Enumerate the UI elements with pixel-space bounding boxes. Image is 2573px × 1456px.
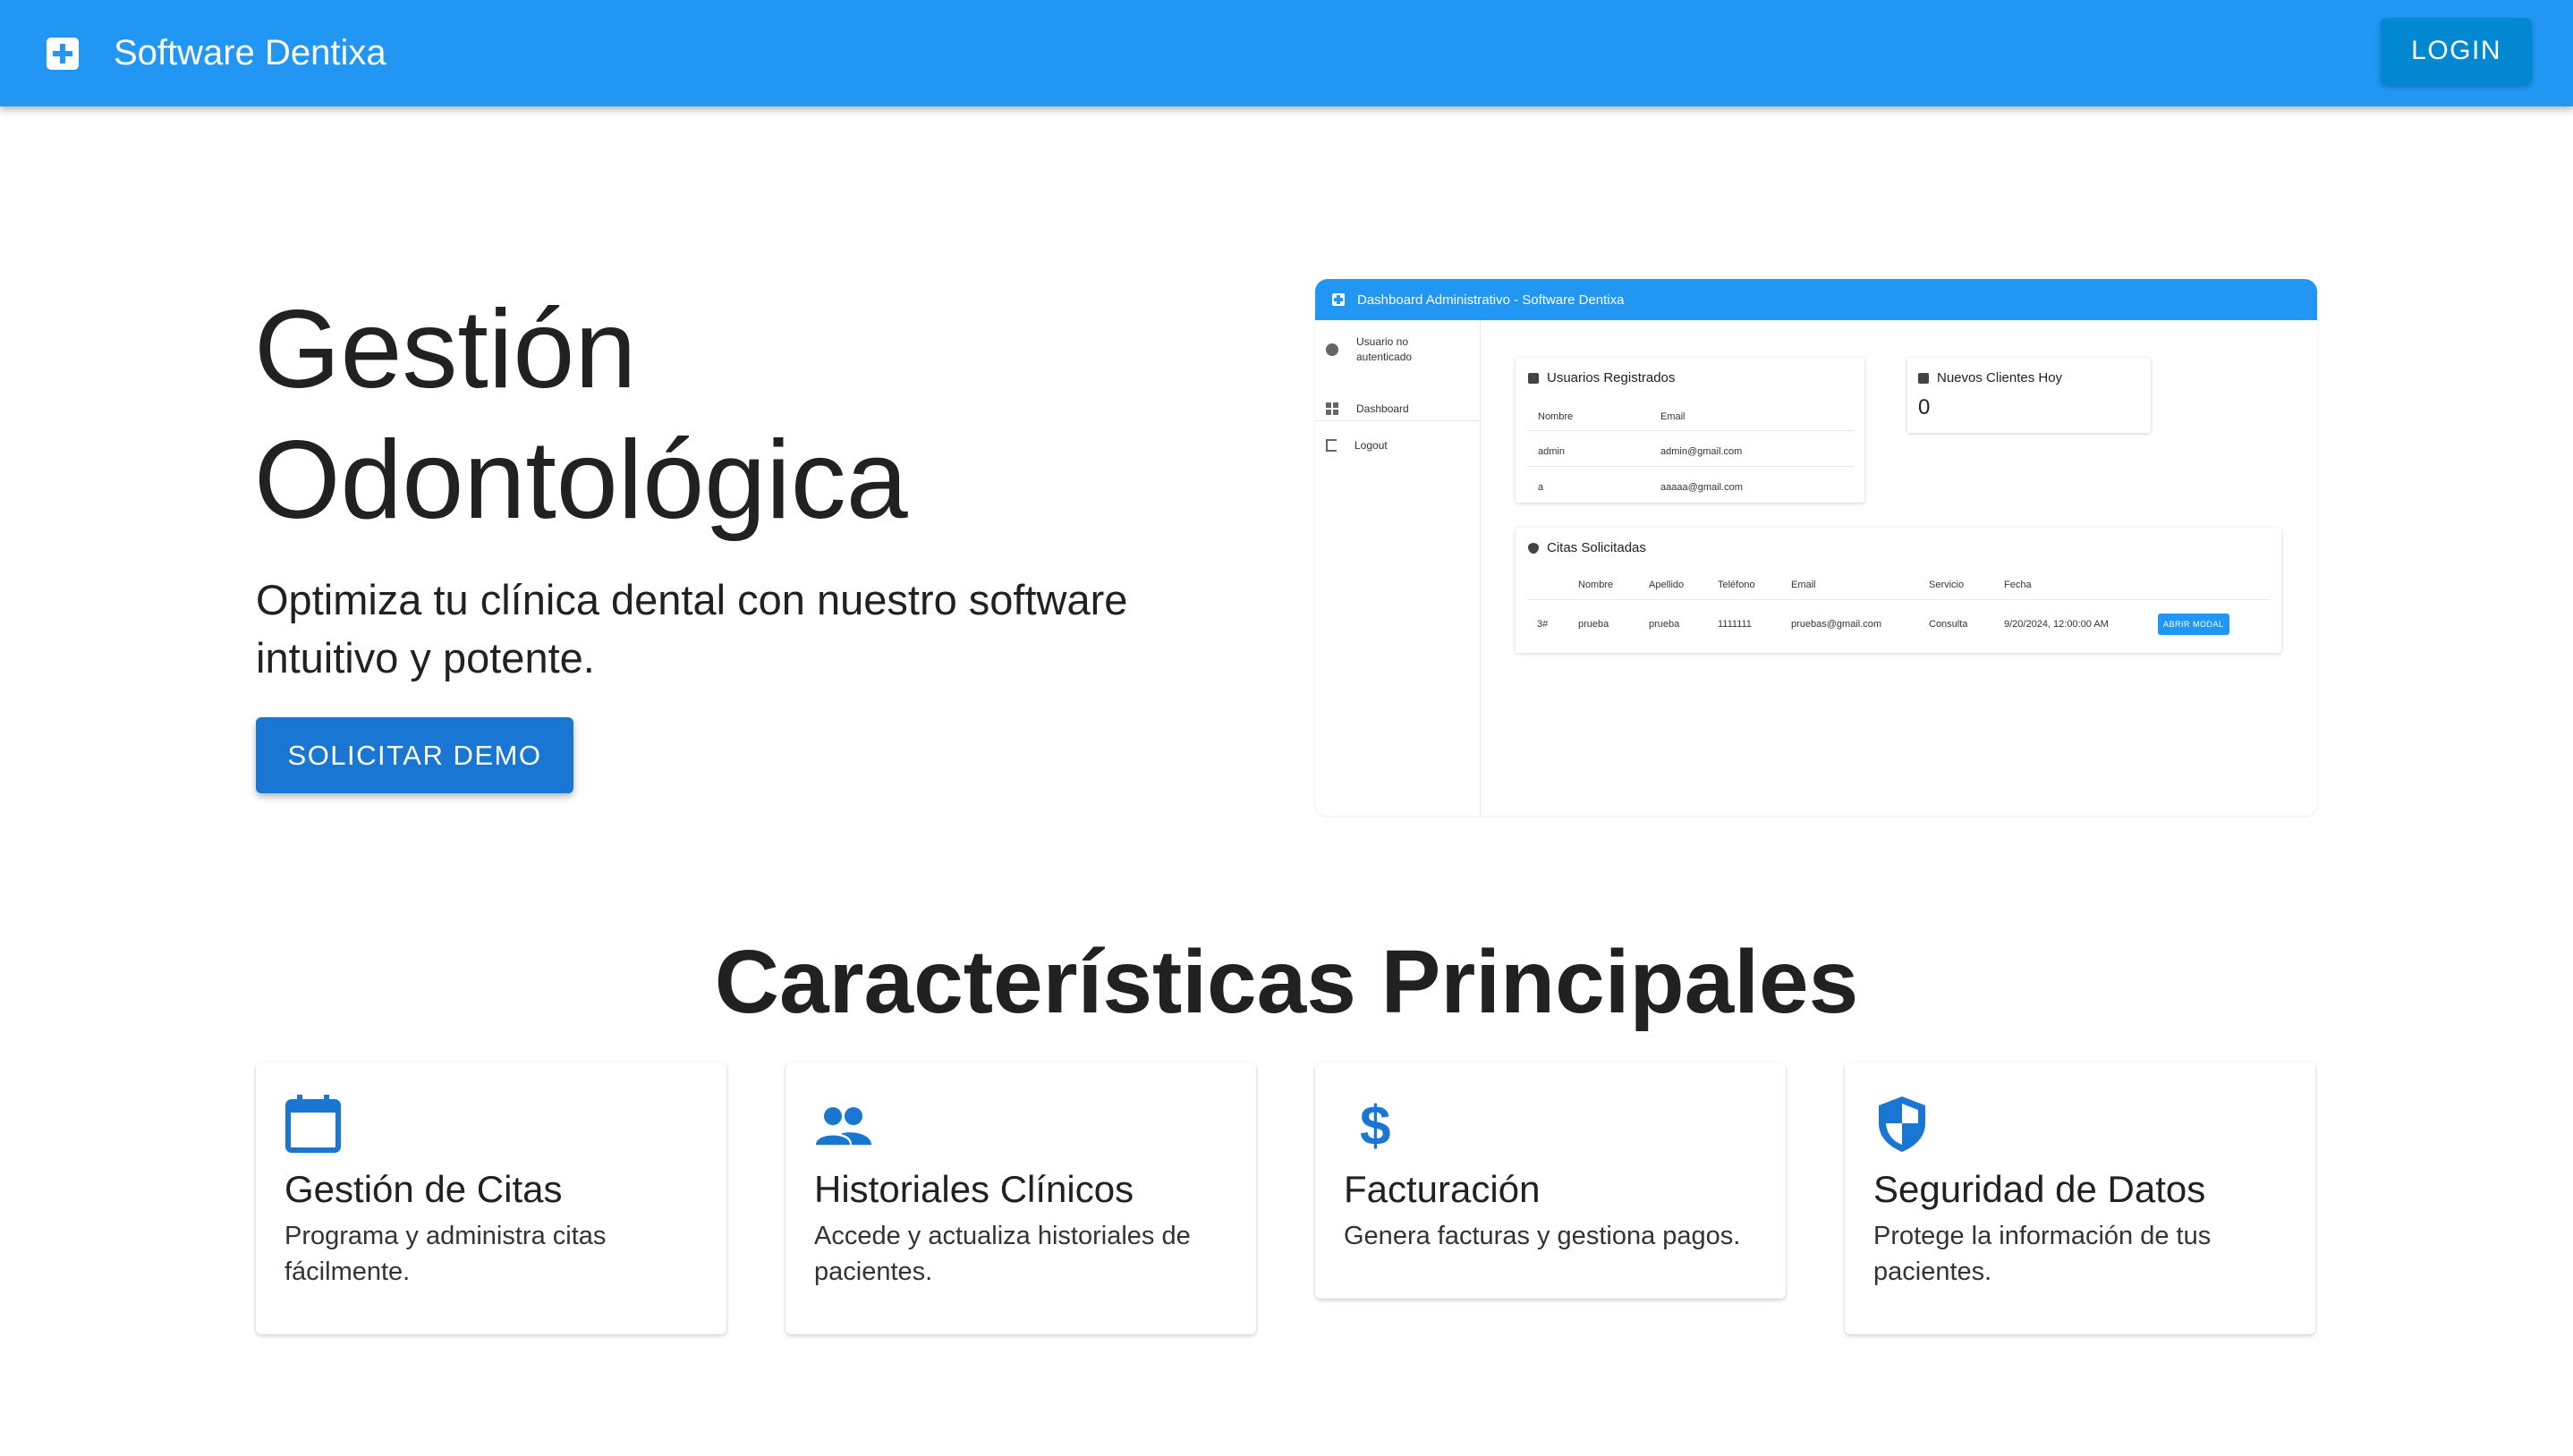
preview-citas-divider [1526, 599, 2271, 600]
preview-citas-header: Email [1791, 580, 1816, 590]
preview-users-cell: admin@gmail.com [1660, 446, 1743, 457]
features-heading: Características Principales [714, 932, 1859, 1032]
app-bar: Software Dentixa LOGIN [0, 0, 2573, 106]
preview-sidebar-divider [1315, 420, 1480, 421]
preview-citas-header: Servicio [1929, 580, 1965, 590]
feature-card-billing: $ Facturación Genera facturas y gestiona… [1315, 1062, 1786, 1299]
preview-bar-title: Dashboard Administrativo - Software Dent… [1357, 292, 1625, 308]
preview-citas-cell: 9/20/2024, 12:00:00 AM [2004, 619, 2109, 630]
hero-title: Gestión Odontológica [254, 284, 908, 546]
preview-new-clients-value: 0 [1918, 395, 1931, 419]
preview-dashboard-item: Dashboard [1326, 402, 1409, 415]
dollar-icon: $ [1360, 1096, 1390, 1154]
account-circle-icon [1326, 343, 1338, 356]
preview-citas-cell: pruebas@gmail.com [1791, 619, 1882, 630]
preview-citas-card: Citas Solicitadas Nombre Apellido Teléfo… [1516, 528, 2281, 653]
feature-title: Seguridad de Datos [1873, 1168, 2206, 1210]
login-button[interactable]: LOGIN [2381, 18, 2532, 84]
feature-card-records: Historiales Clínicos Accede y actualiza … [785, 1062, 1256, 1334]
preview-new-clients-title-text: Nuevos Clientes Hoy [1937, 370, 2063, 385]
preview-user-label: Usuario no autenticado [1356, 335, 1413, 363]
preview-citas-cell: prueba [1649, 619, 1680, 630]
verified-shield-icon [1528, 542, 1539, 554]
hero-title-line1: Gestión [254, 288, 637, 411]
preview-user-item: Usuario no autenticado [1326, 334, 1460, 365]
preview-new-clients-title: Nuevos Clientes Hoy [1918, 370, 2062, 385]
dashboard-preview-image: Dashboard Administrativo - Software Dent… [1315, 279, 2317, 816]
preview-open-modal-button: ABRIR MODAL [2158, 614, 2229, 635]
preview-citas-cell: Consulta [1929, 619, 1968, 630]
medical-cross-icon [1332, 293, 1345, 306]
request-demo-button[interactable]: SOLICITAR DEMO [256, 717, 573, 793]
preview-users-header-email: Email [1660, 411, 1686, 422]
feature-title: Gestión de Citas [284, 1168, 563, 1210]
preview-citas-title: Citas Solicitadas [1528, 540, 1646, 555]
feature-title: Facturación [1344, 1168, 1541, 1210]
preview-app-bar: Dashboard Administrativo - Software Dent… [1315, 279, 2317, 320]
preview-dashboard-label: Dashboard [1356, 402, 1409, 415]
calendar-icon [1918, 372, 1929, 384]
preview-users-cell: a [1538, 482, 1544, 493]
shield-icon [1879, 1096, 1925, 1152]
preview-citas-header: Apellido [1649, 580, 1685, 590]
preview-sidebar: Usuario no autenticado Dashboard Logout [1315, 320, 1481, 816]
apps-icon [1528, 372, 1539, 384]
hero-title-line2: Odontológica [254, 419, 908, 542]
svg-text:$: $ [1360, 1096, 1390, 1154]
feature-description: Protege la información de tus pacientes. [1873, 1222, 2212, 1286]
feature-card-security: Seguridad de Datos Protege la informació… [1845, 1062, 2315, 1334]
dashboard-icon [1326, 402, 1338, 415]
preview-citas-cell: prueba [1578, 619, 1609, 630]
people-icon [816, 1107, 871, 1145]
preview-logout-item: Logout [1326, 439, 1388, 452]
preview-users-divider [1526, 430, 1854, 431]
preview-users-title: Usuarios Registrados [1528, 370, 1675, 385]
preview-citas-header: Nombre [1578, 580, 1614, 590]
preview-users-divider [1526, 466, 1854, 467]
calendar-icon [285, 1095, 341, 1153]
preview-new-clients-card: Nuevos Clientes Hoy 0 [1907, 358, 2151, 433]
feature-description: Genera facturas y gestiona pagos. [1344, 1222, 1741, 1250]
medical-cross-icon [47, 37, 79, 70]
preview-users-cell: admin [1538, 446, 1565, 457]
preview-citas-header: Teléfono [1718, 580, 1755, 590]
preview-users-card: Usuarios Registrados Nombre Email admin … [1516, 358, 1864, 503]
preview-citas-header: Fecha [2004, 580, 2032, 590]
preview-citas-cell: 3# [1537, 619, 1549, 630]
preview-users-header-name: Nombre [1538, 411, 1574, 422]
feature-description: Programa y administra citas fácilmente. [284, 1222, 607, 1286]
feature-description: Accede y actualiza historiales de pacien… [814, 1222, 1191, 1286]
brand-title: Software Dentixa [114, 33, 386, 72]
preview-logout-label: Logout [1354, 439, 1388, 452]
feature-title: Historiales Clínicos [814, 1168, 1134, 1210]
hero-subtitle: Optimiza tu clínica dental con nuestro s… [256, 576, 1128, 681]
preview-citas-title-text: Citas Solicitadas [1547, 540, 1646, 555]
preview-users-cell: aaaaa@gmail.com [1660, 482, 1743, 493]
preview-users-title-text: Usuarios Registrados [1547, 370, 1676, 385]
preview-citas-cell: 1111111 [1718, 619, 1752, 630]
feature-card-appointments: Gestión de Citas Programa y administra c… [256, 1062, 726, 1334]
logout-icon [1326, 439, 1337, 452]
